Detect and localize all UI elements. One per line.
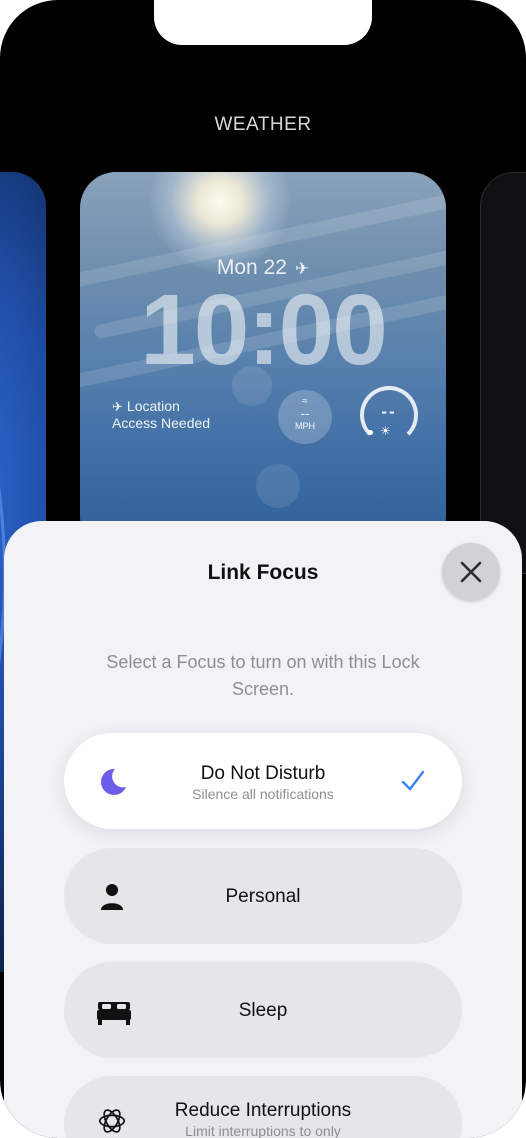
focus-option-label: Sleep bbox=[238, 1000, 288, 1021]
gallery-label: WEATHER bbox=[214, 114, 312, 135]
sheet-subtitle: Select a Focus to turn on with this Lock… bbox=[106, 652, 420, 699]
focus-option-reduce-interruptions[interactable]: Reduce Interruptions Limit interruptions… bbox=[64, 1076, 462, 1138]
location-widget[interactable]: ✈ Location Access Needed bbox=[112, 398, 210, 432]
lens-flare bbox=[256, 464, 300, 508]
location-line-1: Location bbox=[126, 398, 180, 414]
focus-option-do-not-disturb[interactable]: Do Not Disturb Silence all notifications bbox=[64, 733, 462, 829]
notch bbox=[154, 0, 372, 45]
gauge-value: -- bbox=[381, 402, 397, 421]
close-button[interactable] bbox=[442, 543, 500, 601]
checkmark-icon bbox=[401, 770, 425, 791]
wind-widget[interactable]: ≈ -- MPH bbox=[278, 390, 332, 444]
lock-screen-time: 10:00 bbox=[140, 274, 388, 386]
focus-option-personal[interactable]: Personal bbox=[64, 848, 462, 944]
focus-option-description: Limit interruptions to only bbox=[185, 1123, 341, 1138]
gauge-dot bbox=[368, 430, 373, 435]
lock-screen-preview[interactable]: Mon 22 ✈ 10:00 ✈ Location Access Needed ≈ … bbox=[80, 172, 446, 552]
next-lock-screen-preview[interactable] bbox=[480, 172, 526, 574]
location-arrow-icon: ✈ bbox=[112, 399, 123, 414]
link-focus-sheet: Link Focus Select a Focus to turn on wit… bbox=[4, 521, 522, 1138]
wind-value: -- bbox=[300, 406, 310, 421]
focus-option-label: Reduce Interruptions bbox=[174, 1100, 352, 1121]
close-icon bbox=[460, 561, 482, 583]
location-line-2: Access Needed bbox=[112, 415, 211, 431]
wind-unit: MPH bbox=[295, 421, 315, 431]
sun-icon: ☀ bbox=[380, 424, 391, 438]
focus-option-sleep[interactable]: Sleep bbox=[64, 962, 462, 1058]
device-frame: WEATHER Mon 22 ✈ 10:00 ✈ Location Access N… bbox=[0, 0, 526, 1138]
focus-option-label: Personal bbox=[225, 886, 301, 907]
